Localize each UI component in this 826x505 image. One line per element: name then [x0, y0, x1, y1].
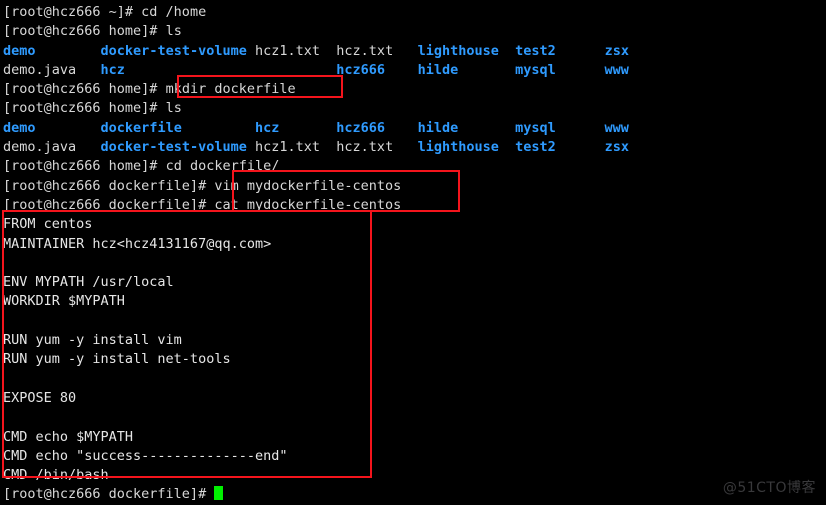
terminal-window[interactable]: [root@hcz666 ~]# cd /home [root@hcz666 h… [0, 0, 826, 504]
terminal-line-mkdir: [root@hcz666 home]# mkdir dockerfile [3, 80, 826, 99]
ls-entry-directory: mysql [515, 119, 556, 136]
dockerfile-blank-line [3, 408, 826, 427]
dockerfile-line: ENV MYPATH /usr/local [3, 274, 174, 291]
ls-entry-file: hcz1.txt [255, 42, 321, 59]
dockerfile-blank-line [3, 312, 826, 331]
ls-entry-directory: zsx [604, 42, 629, 59]
ls-output-row: demo.java hcz hcz666 hilde mysql www [3, 61, 826, 80]
ls-entry-directory: hilde [417, 61, 459, 78]
ls-entry-directory: demo [3, 42, 36, 59]
ls-entry-file: demo.java [3, 139, 77, 156]
prompt: [root@hcz666 ~]# [3, 4, 142, 20]
dockerfile-line: CMD /bin/bash [3, 467, 109, 484]
dockerfile-line: WORKDIR $MYPATH [3, 293, 125, 310]
dockerfile-blank-line [3, 370, 826, 389]
terminal-line-cd-dockerfile: [root@hcz666 home]# cd dockerfile/ [3, 157, 826, 176]
dockerfile-line: EXPOSE 80 [3, 389, 77, 406]
command-cd-home: cd /home [141, 4, 207, 20]
prompt: [root@hcz666 home]# [3, 81, 166, 98]
ls-entry-directory: dockerfile [100, 119, 182, 136]
dockerfile-line: CMD echo $MYPATH [3, 428, 134, 445]
ls-entry-directory: zsx [604, 139, 629, 156]
ls-entry-directory: hilde [417, 119, 459, 136]
dockerfile-line: FROM centos [3, 216, 93, 233]
terminal-line-ls-1: [root@hcz666 home]# ls [3, 22, 826, 41]
ls-entry-directory: docker-test-volume [100, 139, 247, 156]
dockerfile-content: FROM centos MAINTAINER hcz<hcz4131167@qq.… [3, 215, 826, 485]
ls-entry-directory: hcz666 [336, 61, 386, 78]
prompt: [root@hcz666 dockerfile]# [3, 196, 215, 213]
watermark: @51CTO博客 [722, 479, 816, 496]
prompt: [root@hcz666 dockerfile]# [3, 177, 215, 194]
ls-entry-directory: hcz [254, 119, 280, 136]
ls-entry-directory: mysql [515, 61, 556, 78]
terminal-line-vim: [root@hcz666 dockerfile]# vim mydockerfi… [3, 177, 826, 196]
ls-output-row: demo.java docker-test-volume hcz1.txt hc… [3, 138, 826, 157]
dockerfile-line: RUN yum -y install net-tools [3, 351, 231, 368]
command-mkdir: mkdir dockerfile [165, 81, 296, 98]
terminal-line-cd-home: [root@hcz666 ~]# cd /home [3, 3, 826, 22]
command-cd-dockerfile: cd dockerfile/ [165, 158, 280, 175]
prompt: [root@hcz666 dockerfile]# [3, 486, 215, 503]
ls-entry-directory: lighthouse [417, 42, 499, 59]
ls-entry-directory: hcz [100, 61, 125, 78]
command-cat: cat mydockerfile-centos [214, 196, 402, 213]
ls-output-row: demo dockerfile hcz hcz666 hilde mysql w… [3, 119, 826, 138]
prompt: [root@hcz666 home]# [3, 100, 166, 117]
dockerfile-blank-line [3, 254, 826, 273]
ls-entry-file: hcz.txt [336, 139, 394, 156]
dockerfile-line: CMD echo "success--------------end" [3, 447, 288, 464]
ls-entry-file: hcz1.txt [255, 139, 321, 156]
ls-entry-directory: docker-test-volume [100, 42, 247, 59]
ls-entry-directory: www [604, 61, 629, 78]
command-vim: vim mydockerfile-centos [214, 177, 402, 194]
terminal-line-final-prompt: [root@hcz666 dockerfile]# [3, 485, 826, 504]
ls-output-row: demo docker-test-volume hcz1.txt hcz.txt… [3, 42, 826, 61]
terminal-line-ls-2: [root@hcz666 home]# ls [3, 99, 826, 118]
ls-entry-directory: test2 [515, 42, 556, 59]
command-ls-1: ls [165, 23, 182, 40]
ls-entry-directory: www [604, 119, 629, 136]
ls-entry-file: hcz.txt [336, 42, 394, 59]
terminal-line-cat: [root@hcz666 dockerfile]# cat mydockerfi… [3, 196, 826, 215]
ls-entry-directory: test2 [515, 139, 556, 156]
dockerfile-line: MAINTAINER hcz<hcz4131167@qq.com> [3, 235, 272, 252]
ls-entry-directory: hcz666 [336, 119, 386, 136]
prompt: [root@hcz666 home]# [3, 23, 166, 40]
prompt: [root@hcz666 home]# [3, 158, 166, 175]
command-ls-2: ls [165, 100, 182, 117]
text-cursor [214, 486, 224, 501]
ls-entry-directory: lighthouse [417, 139, 499, 156]
dockerfile-line: RUN yum -y install vim [3, 332, 182, 349]
ls-entry-file: demo.java [3, 61, 77, 78]
ls-entry-directory: demo [3, 119, 36, 136]
